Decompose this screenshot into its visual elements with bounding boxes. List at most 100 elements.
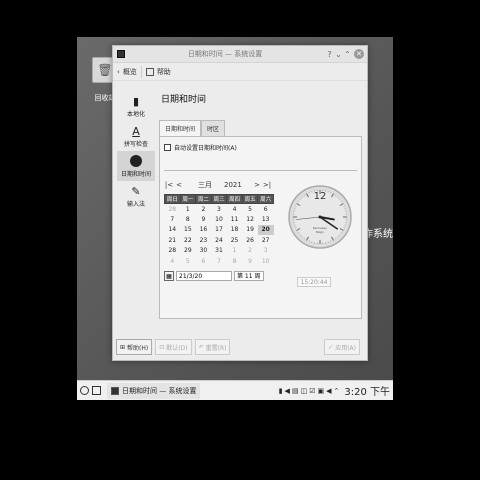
back-button[interactable]: ‹ 概览 <box>113 67 141 77</box>
weekday-header: 周四 <box>226 194 243 204</box>
back-label: 概览 <box>122 67 137 76</box>
week-selector[interactable]: 第 11 周 <box>234 270 264 281</box>
auto-set-checkbox[interactable] <box>164 144 171 151</box>
battery-icon[interactable]: ▮ <box>279 387 283 395</box>
system-tray: ▮ ◀ ▤ ◫ ☑ ▣ ◀ ⌃ 3:20 下午 <box>279 383 393 399</box>
close-icon[interactable]: ✕ <box>354 49 364 59</box>
calendar-day[interactable]: 25 <box>227 235 243 246</box>
tab-timezone[interactable]: 时区 <box>201 120 226 136</box>
clipboard-icon[interactable]: ▤ <box>292 387 299 395</box>
sidebar-item-label: 拼写检查 <box>123 141 148 148</box>
calendar-day[interactable]: 5 <box>180 256 196 267</box>
calendar-day[interactable]: 1 <box>227 246 243 257</box>
tab-bar: 日期和时间 时区 <box>159 120 362 136</box>
calendar-day[interactable]: 8 <box>227 256 243 267</box>
sidebar-item-datetime[interactable]: 日期和时间 <box>117 151 155 181</box>
calendar-day[interactable]: 28 <box>165 246 181 257</box>
calendar-day[interactable]: 8 <box>180 214 196 225</box>
tray-expand-icon[interactable]: ⌃ <box>333 387 339 395</box>
calendar-day[interactable]: 23 <box>196 235 212 246</box>
chevron-down-icon[interactable]: ⌄ <box>334 50 343 59</box>
calendar-day[interactable]: 21 <box>165 235 181 246</box>
calendar-day[interactable]: 1 <box>180 204 196 215</box>
calendar-day[interactable]: 22 <box>180 235 196 246</box>
calendar-day[interactable]: 14 <box>165 225 181 236</box>
year-selector[interactable]: 2021 <box>224 181 252 189</box>
prev-month-button[interactable]: < <box>174 181 184 189</box>
calendar-day[interactable]: 12 <box>242 214 258 225</box>
tab-datetime[interactable]: 日期和时间 <box>159 120 202 136</box>
calendar-day[interactable]: 5 <box>242 204 258 215</box>
calendar-day[interactable]: 11 <box>227 214 243 225</box>
calendar-day[interactable]: 6 <box>196 256 212 267</box>
spell-icon: A <box>132 124 140 138</box>
calendar-day[interactable]: 30 <box>196 246 212 257</box>
sidebar-item-label: 日期和时间 <box>120 171 151 178</box>
calendar-day[interactable]: 2 <box>196 204 212 215</box>
network-icon[interactable]: ▣ <box>317 387 324 395</box>
weekday-header: 周五 <box>241 194 259 204</box>
calendar-day[interactable]: 24 <box>211 235 227 246</box>
default-button[interactable]: ⊡ 默认(D) <box>155 339 192 355</box>
calendar-day[interactable]: 9 <box>196 214 212 225</box>
auto-set-row[interactable]: 自动设置日期和时间(A) <box>164 143 237 152</box>
title-bar[interactable]: 日期和时间 — 系统设置 ? ⌄ ⌃ ✕ <box>113 46 367 63</box>
calendar-day[interactable]: 4 <box>165 256 181 267</box>
calendar-day[interactable]: 9 <box>242 256 258 267</box>
clock-brand2: Magn <box>316 230 324 234</box>
sidebar-item-spellcheck[interactable]: A 拼写检查 <box>117 121 155 151</box>
settings-window: 日期和时间 — 系统设置 ? ⌄ ⌃ ✕ ‹ 概览 帮助 ▮ 本地化 A 拼写检… <box>112 45 368 361</box>
taskbar-task[interactable]: 日期和时间 — 系统设置 <box>107 382 201 399</box>
sidebar-item-input-method[interactable]: ✎ 输入法 <box>117 181 155 211</box>
calendar-day[interactable]: 3 <box>258 246 274 257</box>
calendar-day[interactable]: 7 <box>165 214 181 225</box>
help-grid-icon: ⊞ <box>120 343 126 351</box>
month-selector[interactable]: 三月 <box>198 180 224 190</box>
calendar-day[interactable]: 15 <box>180 225 196 236</box>
auto-set-label: 自动设置日期和时间(A) <box>174 145 237 152</box>
calendar-day[interactable]: 20 <box>257 224 274 235</box>
calendar-day[interactable]: 28 <box>165 204 181 215</box>
calendar-day[interactable]: 4 <box>227 204 243 215</box>
reset-button[interactable]: ↶ 重置(R) <box>194 339 231 355</box>
chevron-up-icon[interactable]: ⌃ <box>343 50 352 59</box>
calendar-day[interactable]: 2 <box>242 246 258 257</box>
help-question-icon[interactable]: ? <box>325 50 334 59</box>
calendar-day[interactable]: 31 <box>211 246 227 257</box>
calendar-icon[interactable]: ▦ <box>164 270 174 281</box>
show-desktop-icon[interactable] <box>92 386 101 395</box>
next-year-button[interactable]: >| <box>262 181 272 189</box>
sidebar-item-label: 本地化 <box>126 111 145 118</box>
check-tray-icon[interactable]: ☑ <box>309 387 315 395</box>
calendar-day[interactable]: 10 <box>211 214 227 225</box>
calendar-day[interactable]: 26 <box>242 235 258 246</box>
calendar-day[interactable]: 27 <box>258 235 274 246</box>
calendar-day[interactable]: 13 <box>258 214 274 225</box>
prev-year-button[interactable]: |< <box>164 181 174 189</box>
taskbar-clock[interactable]: 3:20 下午 <box>344 383 390 398</box>
time-input[interactable]: 15:20:44 <box>297 277 331 287</box>
calendar-day[interactable]: 10 <box>258 256 274 267</box>
calendar-week-row: 21 22 23 24 25 26 27 <box>165 235 274 246</box>
date-input[interactable]: 21/3/20 <box>176 270 232 281</box>
calendar-day[interactable]: 19 <box>242 225 258 236</box>
apply-button[interactable]: ✓ 应用(A) <box>324 339 360 355</box>
volume-icon[interactable]: ◀ <box>285 387 290 395</box>
calendar-day[interactable]: 17 <box>211 225 227 236</box>
calendar-day[interactable]: 16 <box>196 225 212 236</box>
calendar-day[interactable]: 18 <box>227 225 243 236</box>
disk-icon[interactable]: ◫ <box>301 387 308 395</box>
calendar-day[interactable]: 6 <box>258 204 274 215</box>
calendar-day[interactable]: 29 <box>180 246 196 257</box>
calendar-day[interactable]: 3 <box>211 204 227 215</box>
help-toolbar-button[interactable]: 帮助 <box>142 67 175 77</box>
help-button[interactable]: ⊞ 帮助(H) <box>116 339 153 355</box>
sidebar-item-localization[interactable]: ▮ 本地化 <box>117 91 155 121</box>
speaker-icon[interactable]: ◀ <box>326 387 331 395</box>
default-button-label: 默认(D) <box>166 344 188 352</box>
calendar-day[interactable]: 7 <box>211 256 227 267</box>
calendar-grid: 周日 周一 周二 周三 周四 周五 周六 28 1 2 3 4 5 6 7 8 9 10 11 12 13 14 15 16… <box>164 194 274 267</box>
app-launcher-icon[interactable] <box>80 386 89 395</box>
next-month-button[interactable]: > <box>252 181 262 189</box>
clock-center <box>318 215 322 219</box>
